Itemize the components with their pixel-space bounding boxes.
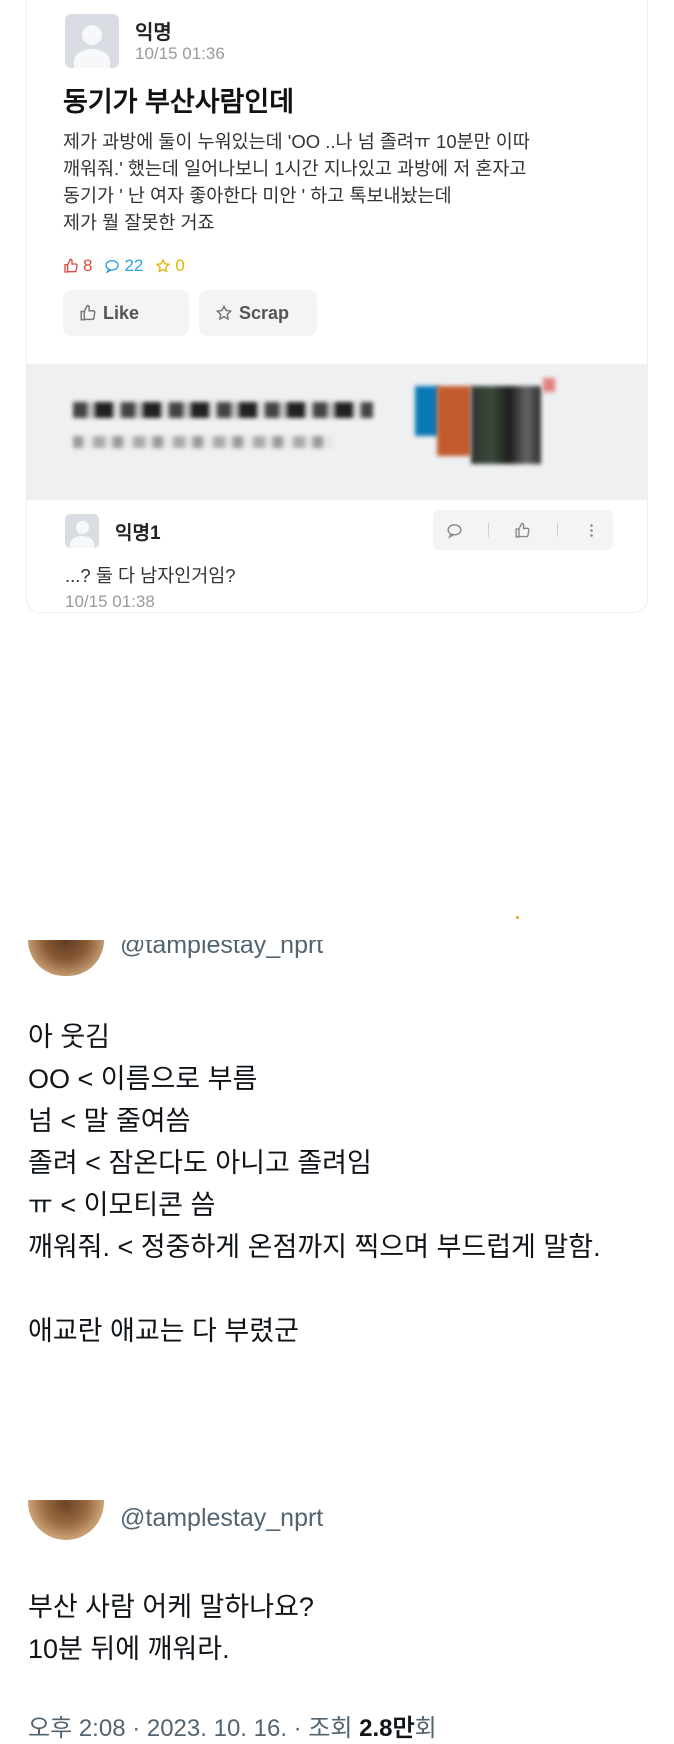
- comment-avatar: [65, 514, 99, 548]
- tweet-line: 부산 사람 어케 말하나요?: [28, 1592, 314, 1622]
- star-icon: [215, 304, 233, 321]
- post-title: 동기가 부산사람인데: [63, 87, 295, 117]
- tweet-view-count: 2.8만: [359, 1715, 415, 1742]
- comment-bubble-icon[interactable]: [446, 522, 463, 539]
- divider: [488, 523, 490, 537]
- post-body: 제가 과방에 둘이 누워있는데 'OO ..나 넘 졸려ㅠ 10분만 이따 깨워…: [63, 128, 633, 236]
- comment-author: 익명1: [115, 523, 161, 544]
- blurred-thumbnail: [437, 386, 471, 456]
- blurred-thumbnail: [415, 386, 439, 436]
- blurred-thumbnail: [543, 378, 555, 392]
- post-time: 10/15 01:36: [135, 44, 225, 63]
- tweet-line: 아 웃김: [28, 1022, 111, 1052]
- tweet-handle[interactable]: @tamplestay_nprt: [120, 1504, 323, 1533]
- like-button[interactable]: Like: [63, 290, 189, 336]
- like-count: 8: [63, 256, 92, 276]
- thumbs-up-icon[interactable]: [514, 522, 531, 539]
- post-stats: 8 22 0: [63, 256, 185, 276]
- scrap-button-label: Scrap: [239, 302, 290, 323]
- comment-time: 10/15 01:38: [65, 592, 155, 611]
- comment-count: 22: [104, 256, 143, 276]
- scrap-button[interactable]: Scrap: [199, 290, 317, 336]
- post-body-line: 동기가 ' 난 여자 좋아한다 미안 ' 하고 톡보내놨는데: [63, 185, 452, 206]
- tweet-line: 애교란 애교는 다 부렸군: [28, 1316, 299, 1346]
- thumbs-up-icon: [80, 304, 96, 321]
- thumbs-up-icon: [64, 258, 78, 273]
- tweet-avatar[interactable]: [28, 940, 104, 976]
- tweet-handle[interactable]: @tamplestay_nprt: [120, 940, 323, 966]
- tweet-line: 10분 뒤에 깨워라.: [28, 1634, 230, 1664]
- blurred-thumbnail: [471, 386, 541, 464]
- comment-text: ...? 둘 다 남자인거임?: [65, 565, 236, 586]
- like-button-label: Like: [103, 302, 140, 323]
- blurred-text: [73, 402, 373, 418]
- author-avatar: [65, 14, 119, 68]
- tweet-line: 넘 < 말 줄여씀: [28, 1106, 191, 1136]
- comment-actions: [433, 510, 613, 550]
- post-body-line: 깨워줘.' 했는데 일어나보니 1시간 지나있고 과방에 저 혼자고: [63, 158, 527, 179]
- tweet-line: [28, 1268, 601, 1310]
- tweet-text: 부산 사람 어케 말하나요? 10분 뒤에 깨워라.: [28, 1586, 314, 1670]
- post-card: 익명 10/15 01:36 동기가 부산사람인데 제가 과방에 둘이 누워있는…: [26, 0, 648, 613]
- scrap-count: 0: [155, 256, 185, 276]
- tweet-line: 깨워줘. < 정중하게 온점까지 찍으며 부드럽게 말함.: [28, 1232, 601, 1262]
- divider: [556, 523, 558, 537]
- post-body-line: 제가 과방에 둘이 누워있는데 'OO ..나 넘 졸려ㅠ 10분만 이따: [63, 131, 530, 152]
- post-body-line: 제가 뭘 잘못한 거죠: [63, 212, 215, 233]
- comment-bubble-icon: [105, 260, 120, 274]
- tweet-view-suffix: 회: [414, 1715, 437, 1742]
- more-vertical-icon[interactable]: [583, 522, 600, 539]
- author-name: 익명: [135, 22, 172, 44]
- tweet-text: 아 웃김 OO < 이름으로 부름 넘 < 말 줄여씀 졸려 < 잠온다도 아니…: [28, 1016, 601, 1352]
- tweet-line: OO < 이름으로 부름: [28, 1064, 258, 1094]
- tweet-avatar[interactable]: [28, 1500, 104, 1540]
- censored-ad-banner[interactable]: [27, 364, 647, 500]
- blurred-text: [73, 436, 333, 448]
- speck: [516, 916, 519, 919]
- tweet-line: ㅠ < 이모티콘 씀: [28, 1190, 216, 1220]
- tweet-meta: 오후 2:08 · 2023. 10. 16. · 조회 2.8만회: [28, 1708, 437, 1743]
- tweet-timestamp[interactable]: 오후 2:08 · 2023. 10. 16. · 조회: [28, 1715, 359, 1742]
- tweet-line: 졸려 < 잠온다도 아니고 졸려임: [28, 1148, 372, 1178]
- star-icon: [156, 258, 171, 273]
